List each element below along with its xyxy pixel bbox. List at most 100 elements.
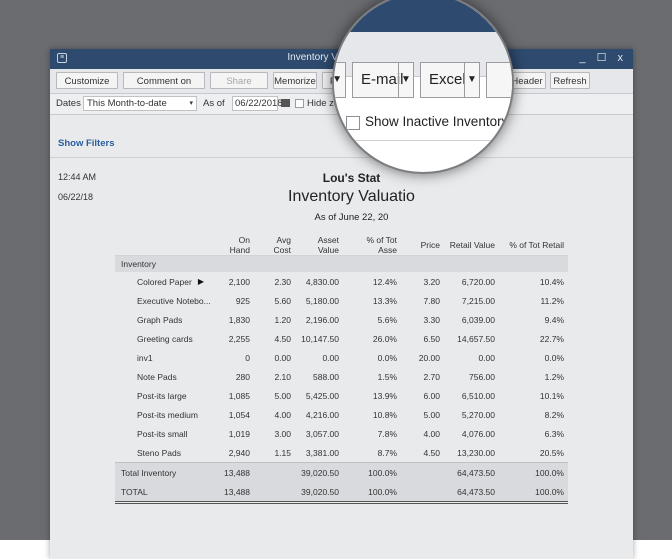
cell-value: 11.2% <box>540 295 564 306</box>
cell-value: 4.00 <box>274 409 291 420</box>
customize-report-button[interactable]: Customize Report <box>56 72 118 104</box>
cell-value: 7.8% <box>377 428 397 439</box>
cell-value <box>254 482 295 504</box>
cell-value: 6.00 <box>423 390 440 401</box>
row-label: Note Pads <box>137 371 177 382</box>
table-row[interactable]: Greeting cards 2,255 4.50 10,147.50 26.0% 6.5… <box>115 329 568 348</box>
column-header[interactable]: Avg Cost <box>254 235 295 256</box>
as-of-date-input[interactable]: 06/22/2018 <box>232 96 283 111</box>
table-row[interactable]: Post-its large 1,085 5.00 5,425.00 13.9% 6.00… <box>115 386 568 405</box>
row-label: Post-its small <box>137 428 188 439</box>
table-row[interactable]: Note Pads 280 2.10 588.00 1.5% 2.70 756.00 1.2% <box>115 367 568 386</box>
magnified-email-button[interactable]: E-mail ▼ <box>352 62 414 98</box>
report-table-area: On Hand Avg Cost Asset Value % of Tot As… <box>115 235 568 504</box>
dates-value: This Month-to-date <box>87 98 167 109</box>
cell-value: 10.8% <box>372 409 397 420</box>
cell-value: 1,085 <box>228 390 250 401</box>
show-filters-link[interactable]: Show Filters <box>58 138 114 149</box>
cell-value: 3.30 <box>423 314 440 325</box>
column-header[interactable]: Price <box>401 235 444 256</box>
cell-value: 4.00 <box>423 428 440 439</box>
window-controls[interactable]: _ ☐ x <box>579 51 627 64</box>
cell-value: 10.4% <box>539 276 564 287</box>
cell-value <box>254 462 295 482</box>
cell-value: 8.2% <box>544 409 564 420</box>
share-template-button[interactable]: Share Template <box>210 72 268 104</box>
excel-dropdown-icon[interactable]: ▼ <box>464 63 479 97</box>
cell-value: 4.50 <box>274 333 291 344</box>
cell-value: 6,720.00 <box>461 276 495 287</box>
dropdown-arrow-icon: ▼ <box>332 74 342 85</box>
cell-value: 1.2% <box>544 371 564 382</box>
cell-value: 1.15 <box>274 447 291 458</box>
cell-value: 588.00 <box>313 371 339 382</box>
refresh-button[interactable]: Refresh <box>550 72 590 89</box>
dates-dropdown[interactable]: This Month-to-date ▾ <box>83 96 197 111</box>
cell-value: 756.00 <box>469 371 495 382</box>
cell-value: 100.0% <box>343 482 401 504</box>
row-label: Post-its large <box>137 390 187 401</box>
cell-value: 14,657.50 <box>457 333 495 344</box>
cell-value: 5.00 <box>274 390 291 401</box>
cell-value: 6.3% <box>544 428 564 439</box>
cell-value: 2.70 <box>423 371 440 382</box>
cell-value: 9.4% <box>544 314 564 325</box>
table-row[interactable]: Graph Pads 1,830 1.20 2,196.00 5.6% 3.30 6,039… <box>115 310 568 329</box>
cell-value: 13,230.00 <box>457 447 495 458</box>
magnified-divider <box>334 140 512 141</box>
cell-value: 2.10 <box>274 371 291 382</box>
row-label: Total Inventory <box>115 462 213 482</box>
row-label: Greeting cards <box>137 333 193 344</box>
cell-value: 13,488 <box>213 462 254 482</box>
magnified-header-button[interactable] <box>486 62 512 98</box>
cell-value: 7.80 <box>423 295 440 306</box>
report-window: ≡ Inventory Valuation Sum _ ☐ x Customiz… <box>50 49 633 559</box>
table-header-row: On Hand Avg Cost Asset Value % of Tot As… <box>115 235 568 256</box>
column-header[interactable]: % of Tot Asse <box>343 235 401 256</box>
cell-value: 2,940 <box>228 447 250 458</box>
cell-value: 8.7% <box>377 447 397 458</box>
calendar-icon[interactable] <box>281 99 290 107</box>
cell-value: 2,100 <box>228 276 250 287</box>
cell-value: 5,180.00 <box>305 295 339 306</box>
cell-value: 1.5% <box>377 371 397 382</box>
cell-value: 0.00 <box>322 352 339 363</box>
cell-value: 64,473.50 <box>444 462 499 482</box>
email-dropdown-icon[interactable]: ▼ <box>398 63 413 97</box>
cell-value: 26.0% <box>372 333 397 344</box>
company-name: Lou's Stat <box>322 171 381 185</box>
cell-value: 3.00 <box>274 428 291 439</box>
cell-value: 0.00 <box>274 352 291 363</box>
column-header[interactable]: Retail Value <box>444 235 499 256</box>
table-row[interactable]: Executive Notebo... 925 5.60 5,180.00 13.3% 7… <box>115 291 568 310</box>
table-row[interactable]: inv1 0 0.00 0.00 0.0% 20.00 0.00 0.0% <box>115 348 568 367</box>
table-row[interactable]: Post-its small 1,019 3.00 3,057.00 7.8% 4.00 4… <box>115 424 568 443</box>
table-row[interactable]: Colored Paper ▶ 2,100 2.30 4,830.00 12.4% 3.2… <box>115 272 568 291</box>
total-inventory-row[interactable]: Total Inventory 13,488 39,020.50 100.0% 64,4… <box>115 462 568 482</box>
column-header[interactable]: Asset Value <box>295 235 343 256</box>
divider <box>50 157 633 158</box>
table-row[interactable]: Steno Pads 2,940 1.15 3,381.00 8.7% 4.50 13,23… <box>115 443 568 463</box>
cell-value: 64,473.50 <box>444 482 499 504</box>
chevron-down-icon: ▾ <box>189 100 193 107</box>
memorize-button[interactable]: Memorize <box>273 72 317 89</box>
grand-total-row[interactable]: TOTAL 13,488 39,020.50 100.0% 64,473.50 100.0… <box>115 482 568 504</box>
hide-zero-checkbox[interactable] <box>295 99 304 108</box>
magnified-excel-button[interactable]: Excel ▼ <box>420 62 480 98</box>
cell-value: 0 <box>245 352 250 363</box>
show-inactive-checkbox[interactable] <box>346 116 360 130</box>
column-header[interactable]: On Hand <box>213 235 254 256</box>
report-title: Inventory Valuatio <box>288 188 415 205</box>
table-row[interactable]: Post-its medium 1,054 4.00 4,216.00 10.8% 5.0… <box>115 405 568 424</box>
report-subtitle: As of June 22, 20 <box>314 212 389 223</box>
cell-value: 10.1% <box>539 390 564 401</box>
row-label: Executive Notebo... <box>137 295 211 306</box>
comment-on-report-button[interactable]: Comment on Report <box>123 72 205 104</box>
cell-value: 280 <box>235 371 250 382</box>
cell-value: 0.0% <box>377 352 397 363</box>
column-header[interactable]: % of Tot Retail <box>499 235 568 256</box>
cell-value: 100.0% <box>499 482 568 504</box>
cell-value: 100.0% <box>343 462 401 482</box>
cell-value: 925 <box>235 295 250 306</box>
magnified-print-button[interactable]: ▼ <box>332 62 346 98</box>
